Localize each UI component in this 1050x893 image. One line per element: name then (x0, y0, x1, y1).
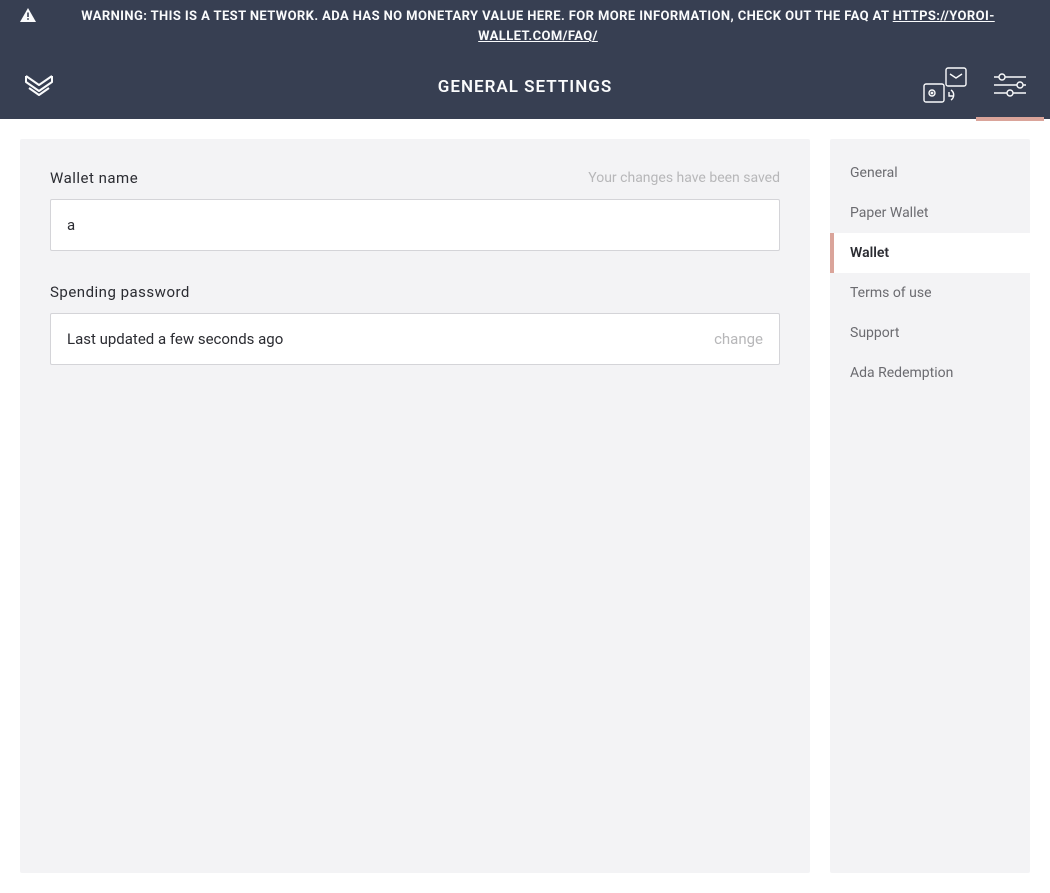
spending-password-label: Spending password (50, 283, 190, 301)
wallet-name-input[interactable] (50, 199, 780, 251)
sidebar-item-label: Terms of use (850, 285, 932, 301)
sidebar-item-label: Wallet (850, 245, 889, 261)
page-title: GENERAL SETTINGS (438, 77, 612, 97)
warning-triangle-icon (20, 8, 36, 29)
wallet-name-saved-hint: Your changes have been saved (588, 170, 780, 186)
wallet-name-header: Wallet name Your changes have been saved (50, 169, 780, 187)
sidebar-item-label: General (850, 165, 898, 181)
spending-password-header: Spending password (50, 283, 780, 301)
settings-main-panel: Wallet name Your changes have been saved… (20, 139, 810, 873)
warning-message: WARNING: THIS IS A TEST NETWORK. ADA HAS… (81, 9, 892, 24)
test-network-warning-banner: WARNING: THIS IS A TEST NETWORK. ADA HAS… (0, 0, 1050, 55)
topbar-actions (922, 66, 1026, 108)
sidebar-item-general[interactable]: General (830, 153, 1030, 193)
sidebar-item-terms-of-use[interactable]: Terms of use (830, 273, 1030, 313)
change-password-link[interactable]: change (714, 330, 763, 348)
sidebar-item-paper-wallet[interactable]: Paper Wallet (830, 193, 1030, 233)
top-bar: GENERAL SETTINGS (0, 55, 1050, 119)
wallet-name-label: Wallet name (50, 169, 138, 187)
sidebar-item-label: Paper Wallet (850, 205, 929, 221)
settings-sliders-icon[interactable] (994, 73, 1026, 101)
content-area: Wallet name Your changes have been saved… (0, 119, 1050, 893)
spending-password-box: Last updated a few seconds ago change (50, 313, 780, 365)
sidebar-item-label: Ada Redemption (850, 365, 953, 381)
yoroi-logo[interactable] (22, 70, 56, 104)
sidebar-item-wallet[interactable]: Wallet (830, 233, 1030, 273)
sidebar-item-ada-redemption[interactable]: Ada Redemption (830, 353, 1030, 393)
active-tab-indicator (976, 117, 1044, 121)
spending-password-status: Last updated a few seconds ago (67, 330, 283, 348)
sidebar-item-label: Support (850, 325, 899, 341)
sidebar-item-support[interactable]: Support (830, 313, 1030, 353)
wallets-icon[interactable] (922, 66, 968, 108)
settings-sidebar: General Paper Wallet Wallet Terms of use… (830, 139, 1030, 873)
warning-text: WARNING: THIS IS A TEST NETWORK. ADA HAS… (46, 7, 1030, 47)
